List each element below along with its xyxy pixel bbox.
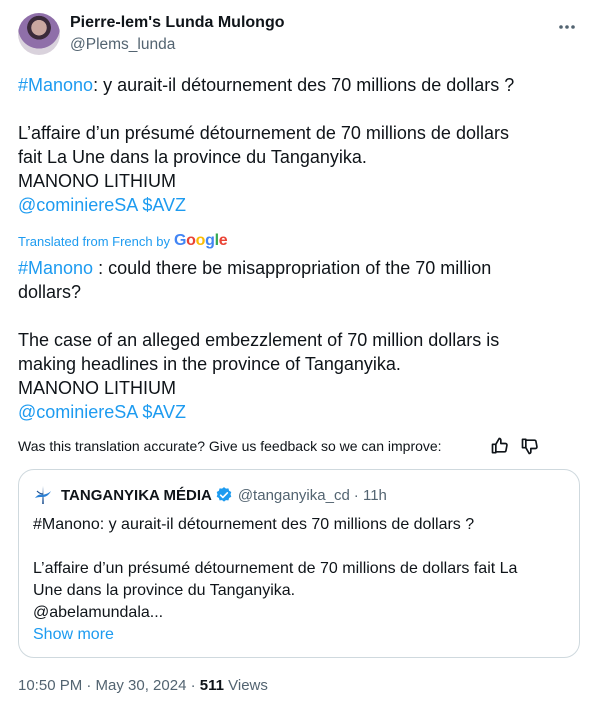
quoted-mention-line: @abelamundala...: [33, 604, 164, 621]
quoted-author-handle[interactable]: @tanganyika_cd: [238, 487, 350, 504]
quoted-tweet-body: #Manono: y aurait-il détournement des 70…: [33, 514, 569, 646]
translated-by[interactable]: Translated from French by Google: [18, 232, 228, 250]
more-options-icon[interactable]: [556, 16, 578, 38]
feedback-question: Was this translation accurate? Give us f…: [18, 438, 442, 454]
original-para-2-line-2: fait La Une dans la province du Tanganyi…: [18, 147, 367, 167]
show-more-link[interactable]: Show more: [33, 624, 569, 646]
translated-caps-line: MANONO LITHIUM: [18, 378, 177, 398]
translated-hashtag-link[interactable]: #Manono: [18, 258, 93, 278]
views-count: 511: [199, 677, 224, 694]
original-tweet-text: #Manono: y aurait-il détournement des 70…: [18, 73, 578, 217]
tweet: Pierre-lem's Lunda Mulongo @Plems_lunda …: [0, 0, 598, 707]
translated-line-1-cont: dollars?: [18, 282, 82, 302]
hashtag-link[interactable]: #Manono: [18, 75, 93, 95]
quoted-tweet-header: TANGANYIKA MÉDIA @tanganyika_cd · 11h: [33, 484, 387, 506]
quoted-tweet[interactable]: TANGANYIKA MÉDIA @tanganyika_cd · 11h #M…: [18, 469, 580, 658]
translated-cashtag-link[interactable]: $AVZ: [142, 402, 186, 422]
translated-para-2-line-2: making headlines in the province of Tang…: [18, 354, 401, 374]
author-handle[interactable]: @Plems_lunda: [70, 36, 175, 54]
author-name[interactable]: Pierre-lem's Lunda Mulongo: [70, 14, 285, 32]
verified-badge-icon: [216, 487, 232, 502]
translated-para-2-line-1: The case of an alleged embezzlement of 7…: [18, 330, 500, 350]
original-line-1: #Manono: y aurait-il détournement des 70…: [18, 73, 578, 97]
google-logo: Google: [173, 232, 228, 249]
original-line-1-text: : y aurait-il détournement des 70 millio…: [93, 75, 515, 95]
translated-mention-link[interactable]: @cominiereSA: [18, 402, 137, 422]
tweet-header: Pierre-lem's Lunda Mulongo @Plems_lunda: [18, 10, 580, 64]
quoted-line-1: #Manono: y aurait-il détournement des 70…: [33, 516, 475, 533]
original-links-line: @cominiereSA $AVZ: [18, 193, 578, 217]
cashtag-link[interactable]: $AVZ: [142, 195, 186, 215]
views-label: Views: [223, 677, 268, 694]
translated-by-label: Translated from French by: [18, 233, 170, 249]
quoted-author-name[interactable]: TANGANYIKA MÉDIA: [61, 487, 212, 504]
translated-links-line: @cominiereSA $AVZ: [18, 400, 578, 424]
thumbs-down-icon[interactable]: [520, 436, 540, 456]
thumbs-up-icon[interactable]: [490, 436, 510, 456]
quoted-para-2-line-2: Une dans la province du Tanganyika.: [33, 582, 296, 599]
mention-link[interactable]: @cominiereSA: [18, 195, 137, 215]
quoted-time: · 11h: [353, 486, 387, 504]
translated-line-1: #Manono : could there be misappropriatio…: [18, 256, 578, 280]
ellipsis-icon: [559, 25, 575, 29]
tanganyika-media-logo-icon: [35, 486, 51, 504]
avatar[interactable]: [18, 13, 60, 55]
translated-line-1-text: : could there be misappropriation of the…: [93, 258, 492, 278]
tweet-meta: 10:50 PM · May 30, 2024 · 511 Views: [18, 677, 268, 694]
original-caps-line: MANONO LITHIUM: [18, 171, 177, 191]
timestamp[interactable]: 10:50 PM · May 30, 2024 ·: [18, 677, 200, 694]
translation-feedback: Was this translation accurate? Give us f…: [18, 436, 578, 456]
quoted-para-2-line-1: L’affaire d’un présumé détournement de 7…: [33, 560, 518, 577]
original-para-2-line-1: L’affaire d’un présumé détournement de 7…: [18, 123, 509, 143]
translated-tweet-text: #Manono : could there be misappropriatio…: [18, 256, 578, 424]
